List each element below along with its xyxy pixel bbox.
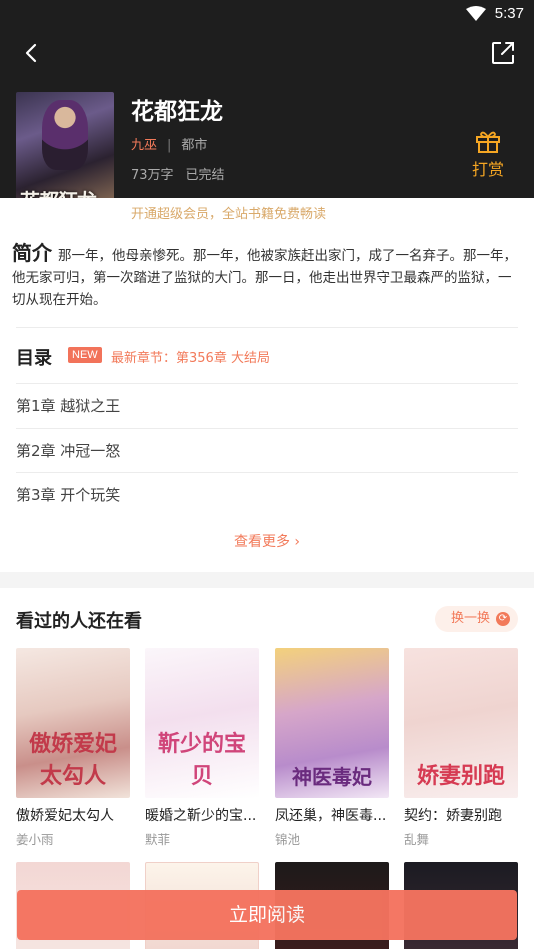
gift-icon <box>476 131 500 153</box>
wifi-icon <box>466 6 486 21</box>
book-title[interactable]: 傲娇爱妃太勾人 <box>16 805 130 825</box>
status-bar: 5:37 <box>0 0 534 30</box>
cover-figure <box>42 100 88 170</box>
intro-text: 那一年，他母亲惨死。那一年，他被家族赶出家门，成了一名弃子。那一年，他无家可归，… <box>12 248 517 308</box>
vip-promo-link[interactable]: 开通超级会员，全站书籍免费畅读 <box>131 203 326 222</box>
book-title: 花都狂龙 <box>131 99 223 125</box>
reward-button[interactable]: 打赏 <box>468 130 508 180</box>
chapter-item[interactable]: 第3章 开个玩笑 <box>16 473 518 517</box>
author-line: 九巫 | 都市 <box>131 134 207 153</box>
new-badge: NEW <box>68 347 102 363</box>
divider <box>16 327 518 328</box>
recommend-heading: 看过的人还在看 <box>16 611 142 632</box>
status-time: 5:37 <box>494 5 524 22</box>
view-more-label: 查看更多 <box>233 534 290 550</box>
toc-heading: 目录 <box>16 348 52 369</box>
cover-text: 神医毒妃 <box>292 765 372 789</box>
cover-text: 傲娇爱妃太勾人 <box>28 731 117 789</box>
intro-section: 简介 那一年，他母亲惨死。那一年，他被家族赶出家门，成了一名弃子。那一年，他无家可… <box>12 242 524 311</box>
chapter-item[interactable]: 第2章 冲冠一怒 <box>16 429 518 473</box>
book-cover: 神医毒妃 <box>275 648 389 798</box>
swap-label: 换一换 <box>450 611 490 626</box>
book-title[interactable]: 凤还巢，神医毒... <box>275 805 389 825</box>
back-arrow-icon[interactable] <box>16 38 46 68</box>
book-cover: 靳少的宝贝 <box>145 648 259 798</box>
share-icon[interactable] <box>488 38 518 68</box>
recommended-book[interactable]: 娇妻别跑 契约：娇妻别跑 乱舞 <box>404 648 518 848</box>
chapter-item[interactable]: 第1章 越狱之王 <box>16 384 518 428</box>
book-author: 锦池 <box>275 832 301 847</box>
author-link[interactable]: 九巫 <box>131 138 157 153</box>
top-nav <box>0 30 534 74</box>
latest-chapter-link[interactable]: 最新章节：第356章 大结局 <box>111 347 270 366</box>
section-gap <box>0 572 534 588</box>
book-author: 乱舞 <box>404 832 430 847</box>
cover-text: 娇妻别跑 <box>416 763 505 789</box>
book-cover: 娇妻别跑 <box>404 648 518 798</box>
vip-promo-bar: 开通超级会员，全站书籍免费畅读 <box>0 198 534 226</box>
reward-label: 打赏 <box>471 160 504 179</box>
recommended-book[interactable]: 靳少的宝贝 暖婚之靳少的宝... 默菲 <box>145 648 259 848</box>
chevron-right-icon: › <box>289 534 301 550</box>
swap-button[interactable]: 换一换 ⟳ <box>434 606 518 632</box>
view-more-button[interactable]: 查看更多 › <box>0 531 534 551</box>
book-author: 默菲 <box>145 832 171 847</box>
refresh-icon: ⟳ <box>496 612 510 626</box>
recommended-book[interactable]: 傲娇爱妃太勾人 傲娇爱妃太勾人 姜小雨 <box>16 648 130 848</box>
completion-status: 已完结 <box>185 168 225 183</box>
read-now-button[interactable]: 立即阅读 <box>17 890 517 940</box>
book-title[interactable]: 契约：娇妻别跑 <box>404 805 518 825</box>
cover-text: 靳少的宝贝 <box>157 731 246 789</box>
intro-heading: 简介 <box>12 241 52 265</box>
recommended-book[interactable]: 神医毒妃 凤还巢，神医毒... 锦池 <box>275 648 389 848</box>
book-author: 姜小雨 <box>16 832 54 847</box>
book-stats: 73万字 已完结 <box>131 164 225 183</box>
book-title[interactable]: 暖婚之靳少的宝... <box>145 805 259 825</box>
separator: | <box>167 138 172 153</box>
word-count: 73万字 <box>131 168 174 183</box>
book-cover: 傲娇爱妃太勾人 <box>16 648 130 798</box>
category-label: 都市 <box>181 138 208 153</box>
recommend-header: 看过的人还在看 换一换 ⟳ <box>16 606 518 634</box>
toc-header: 目录 NEW 最新章节：第356章 大结局 <box>16 344 518 370</box>
